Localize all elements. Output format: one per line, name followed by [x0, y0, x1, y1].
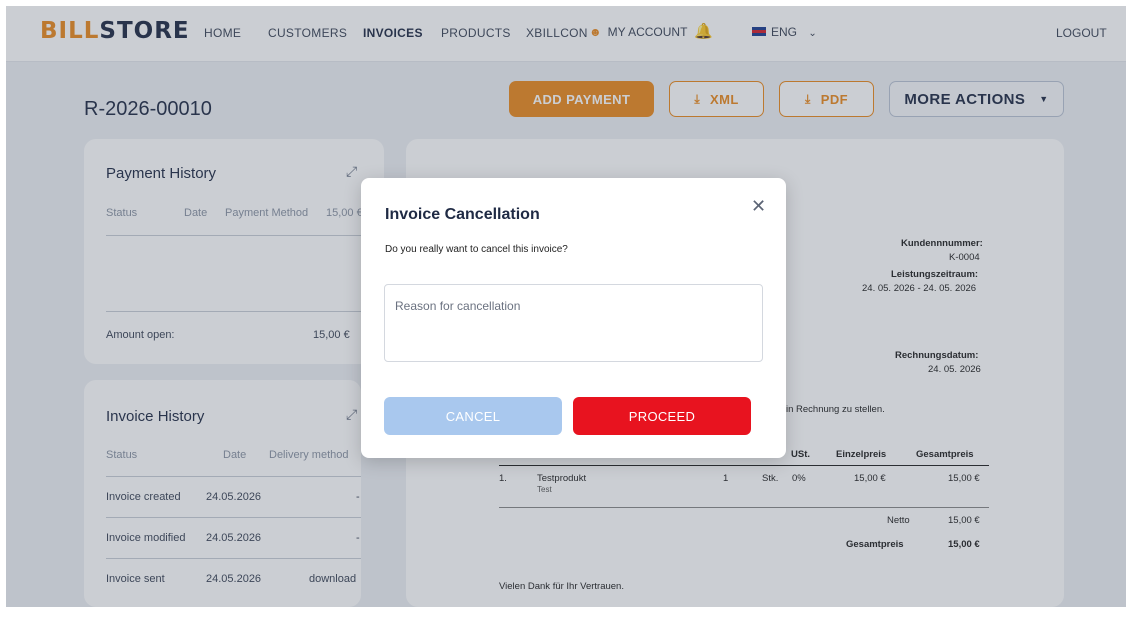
cancellation-reason-input[interactable] — [384, 284, 763, 362]
close-icon[interactable]: ✕ — [751, 196, 766, 217]
cancel-button[interactable]: CANCEL — [384, 397, 562, 435]
invoice-cancellation-dialog: Invoice Cancellation ✕ Do you really wan… — [361, 178, 786, 458]
dialog-question: Do you really want to cancel this invoic… — [385, 244, 568, 255]
proceed-button[interactable]: PROCEED — [573, 397, 751, 435]
app-window: BILLSTORE HOME CUSTOMERS INVOICES PRODUC… — [6, 6, 1126, 607]
dialog-title: Invoice Cancellation — [385, 206, 540, 223]
